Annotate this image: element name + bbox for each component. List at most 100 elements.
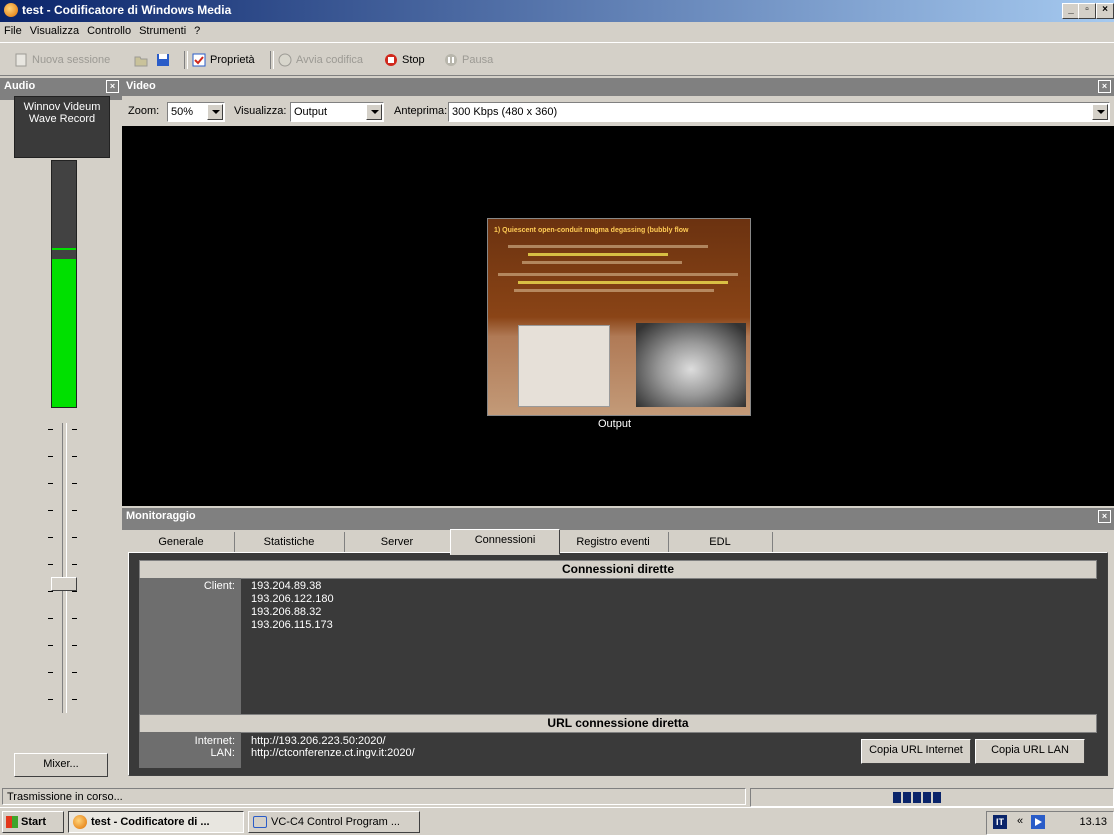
video-display: 1) Quiescent open-conduit magma degassin… (122, 126, 1114, 506)
zoom-select[interactable]: 50% (167, 102, 225, 122)
audio-level-meter (51, 160, 77, 408)
slider-tick (48, 510, 53, 511)
tab-edl[interactable]: EDL (668, 532, 773, 552)
chevron-down-icon[interactable] (1092, 104, 1108, 120)
menu-help[interactable]: ? (190, 22, 204, 37)
preview-select[interactable]: 300 Kbps (480 x 360) (448, 102, 1110, 122)
menu-tools[interactable]: Strumenti (135, 22, 190, 37)
slider-tick (72, 483, 77, 484)
pause-button[interactable]: Pausa (444, 51, 493, 69)
view-select[interactable]: Output (290, 102, 384, 122)
tab-event-log[interactable]: Registro eventi (558, 532, 669, 552)
chevron-down-icon[interactable] (207, 104, 223, 120)
progress-block (923, 792, 931, 803)
taskbar-item-vc-c4[interactable]: VC-C4 Control Program ... (248, 811, 420, 833)
copy-internet-url-button[interactable]: Copia URL Internet (861, 739, 971, 764)
volume-slider-thumb[interactable] (51, 577, 77, 591)
menu-control[interactable]: Controllo (83, 22, 135, 37)
slide-title: 1) Quiescent open-conduit magma degassin… (494, 227, 689, 234)
view-label: Visualizza: (234, 105, 287, 117)
slide-text-line (522, 261, 682, 264)
start-encoding-button[interactable]: Avvia codifica (278, 51, 363, 69)
pause-icon (444, 53, 458, 67)
video-controls: Zoom: 50% Visualizza: Output Anteprima: … (122, 96, 1114, 126)
menu-view[interactable]: Visualizza (26, 22, 83, 37)
stop-button[interactable]: Stop (384, 51, 425, 69)
client-label-column: Client: (139, 578, 241, 714)
tab-statistics[interactable]: Statistiche (234, 532, 345, 552)
close-icon[interactable]: × (1096, 3, 1114, 19)
close-icon[interactable]: × (1098, 80, 1111, 93)
list-item[interactable]: 193.204.89.38 (251, 580, 321, 592)
properties-button[interactable]: Proprietà (192, 51, 255, 69)
slider-tick (48, 645, 53, 646)
client-label: Client: (203, 580, 235, 592)
close-icon[interactable]: × (106, 80, 119, 93)
progress-block (913, 792, 921, 803)
start-label: Start (21, 816, 47, 828)
copy-lan-url-button[interactable]: Copia URL LAN (975, 739, 1085, 764)
tab-server[interactable]: Server (344, 532, 451, 552)
slider-tick (48, 672, 53, 673)
progress-block (903, 792, 911, 803)
url-label-column: Internet: LAN: (139, 732, 241, 768)
slide-text-line (498, 273, 738, 276)
tab-general[interactable]: Generale (128, 532, 235, 552)
taskbar-item-label: test - Codificatore di ... (91, 816, 210, 828)
list-item[interactable]: 193.206.88.32 (251, 606, 321, 618)
slide-plot-image (518, 325, 610, 407)
play-tray-icon[interactable] (1031, 815, 1045, 829)
slider-tick (48, 618, 53, 619)
new-session-icon (14, 53, 28, 67)
language-indicator[interactable]: IT (993, 815, 1007, 829)
volume-slider-track[interactable] (62, 423, 67, 713)
slider-tick (72, 591, 77, 592)
menu-file[interactable]: File (0, 22, 26, 37)
direct-connections-header: Connessioni dirette (139, 560, 1097, 579)
audio-device-name: Winnov Videum Wave Record (14, 96, 110, 158)
internet-url[interactable]: http://193.206.223.50:2020/ (251, 735, 386, 747)
save-button[interactable] (156, 51, 174, 69)
close-icon[interactable]: × (1098, 510, 1111, 523)
slider-tick (72, 429, 77, 430)
list-item[interactable]: 193.206.115.173 (251, 619, 333, 631)
internet-label: Internet: (194, 735, 235, 747)
open-button[interactable] (134, 51, 152, 69)
start-encoding-label: Avvia codifica (296, 54, 364, 66)
start-button[interactable]: Start (2, 811, 64, 833)
list-item[interactable]: 193.206.122.180 (251, 593, 334, 605)
monitor-panel-header: Monitoraggio × (122, 508, 1114, 530)
properties-icon (192, 53, 206, 67)
monitor-panel: Monitoraggio × Generale Statistiche Serv… (122, 508, 1114, 784)
stop-label: Stop (402, 54, 425, 66)
toolbar-separator (270, 51, 274, 69)
audio-panel: Audio × Winnov Videum Wave Record Mixer.… (0, 78, 122, 783)
maximize-icon[interactable]: ▫ (1078, 3, 1096, 19)
windows-logo-icon (6, 816, 18, 828)
window-title: test - Codificatore di Windows Media (22, 3, 232, 17)
new-session-button[interactable]: Nuova sessione (14, 51, 110, 69)
slider-tick (72, 645, 77, 646)
tab-connections[interactable]: Connessioni (450, 529, 560, 555)
properties-label: Proprietà (210, 54, 255, 66)
chevron-left-icon[interactable]: « (1017, 815, 1023, 827)
chevron-down-icon[interactable] (366, 104, 382, 120)
mixer-button[interactable]: Mixer... (14, 753, 108, 777)
app-icon (4, 3, 18, 17)
start-encoding-icon (278, 53, 292, 67)
taskbar-item-encoder[interactable]: test - Codificatore di ... (68, 811, 244, 833)
new-session-label: Nuova sessione (32, 54, 111, 66)
slider-tick (72, 510, 77, 511)
progress-block (933, 792, 941, 803)
slide-text-line (528, 253, 668, 256)
view-value: Output (294, 106, 328, 118)
output-caption: Output (598, 418, 632, 430)
title-bar[interactable]: test - Codificatore di Windows Media _ ▫… (0, 0, 1114, 22)
slider-tick (48, 537, 53, 538)
slider-tick (72, 699, 77, 700)
zoom-label: Zoom: (128, 105, 160, 117)
lan-url[interactable]: http://ctconferenze.ct.ingv.it:2020/ (251, 747, 415, 759)
video-panel-title: Video (126, 80, 156, 92)
clock: 13.13 (1079, 816, 1107, 828)
stop-icon (384, 53, 398, 67)
